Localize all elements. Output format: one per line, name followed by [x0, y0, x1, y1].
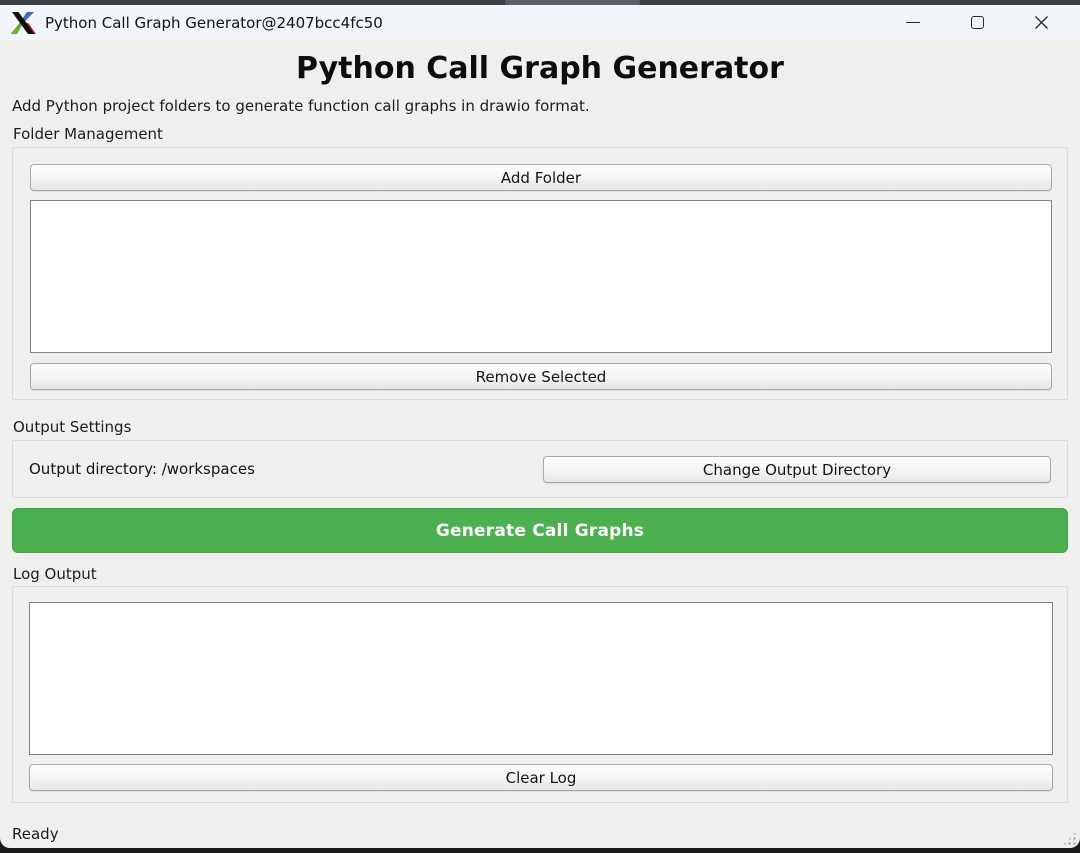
folder-management-group: Add Folder Remove Selected: [12, 147, 1068, 400]
log-output-group: Clear Log: [12, 586, 1068, 803]
change-output-directory-button[interactable]: Change Output Directory: [543, 456, 1051, 483]
window-controls: [890, 5, 1064, 40]
xorg-logo-icon: [10, 11, 36, 35]
log-output-label: Log Output: [13, 565, 97, 583]
maximize-icon: [970, 16, 984, 29]
output-settings-group: Output directory: /workspaces Change Out…: [12, 440, 1068, 498]
folder-management-label: Folder Management: [13, 125, 163, 143]
window-title: Python Call Graph Generator@2407bcc4fc50: [45, 13, 383, 32]
folder-listbox[interactable]: [30, 200, 1052, 353]
status-bar: Ready: [12, 825, 59, 843]
minimize-button[interactable]: [890, 5, 936, 40]
page-subtitle: Add Python project folders to generate f…: [12, 97, 590, 115]
add-folder-button[interactable]: Add Folder: [30, 164, 1052, 191]
clear-log-button[interactable]: Clear Log: [29, 764, 1053, 791]
remove-selected-button[interactable]: Remove Selected: [30, 363, 1052, 390]
output-directory-text: Output directory: /workspaces: [29, 460, 255, 478]
generate-call-graphs-button[interactable]: Generate Call Graphs: [12, 508, 1068, 553]
close-button[interactable]: [1018, 5, 1064, 40]
page-title: Python Call Graph Generator: [296, 51, 784, 86]
titlebar[interactable]: Python Call Graph Generator@2407bcc4fc50: [0, 5, 1080, 40]
resize-grip-icon[interactable]: [1062, 831, 1077, 846]
close-icon: [1034, 16, 1048, 29]
app-window: Python Call Graph Generator@2407bcc4fc50…: [0, 5, 1080, 848]
output-settings-label: Output Settings: [13, 418, 132, 436]
minimize-icon: [906, 21, 920, 24]
maximize-button[interactable]: [954, 5, 1000, 40]
main-content: Python Call Graph Generator Add Python p…: [0, 40, 1080, 848]
log-textarea[interactable]: [29, 602, 1053, 755]
